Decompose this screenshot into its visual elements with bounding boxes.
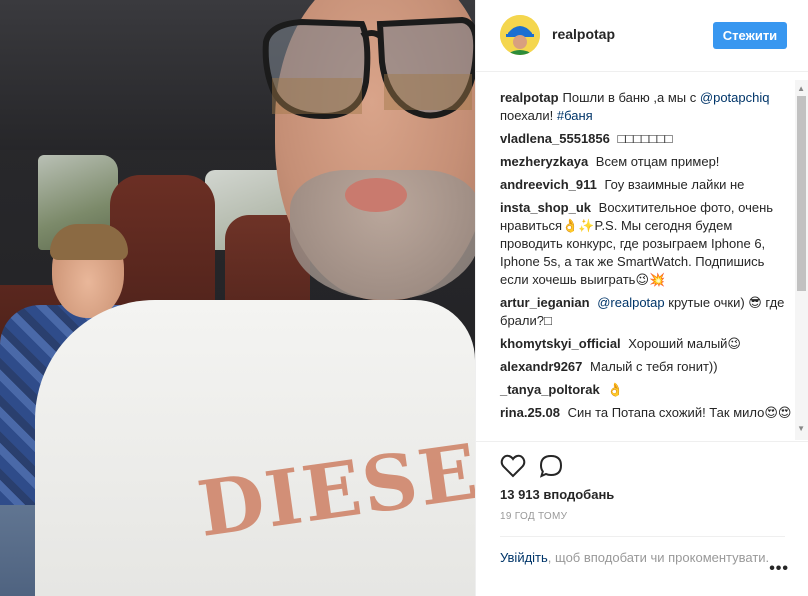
caption-text: Пошли в баню ,а мы с bbox=[562, 90, 697, 105]
comment-item: alexandr9267 Малый с тебя гонит)) bbox=[500, 358, 793, 376]
avatar-image bbox=[500, 15, 540, 55]
comment-mention[interactable]: @realpotap bbox=[597, 295, 664, 310]
comment-item: rina.25.08 Син та Потапа схожий! Так мил… bbox=[500, 404, 793, 422]
post-actions: 13 913 вподобань 19 ГОД ТОМУ Увійдіть, щ… bbox=[476, 441, 808, 596]
comment-text: Син та Потапа схожий! Так мило😍😍 bbox=[567, 405, 792, 420]
post-panel: realpotap Стежити realpotap Пошли в баню … bbox=[475, 0, 808, 596]
scroll-up-arrow-icon[interactable]: ▲ bbox=[797, 84, 805, 93]
comment-item: insta_shop_uk Восхитительное фото, очень… bbox=[500, 199, 793, 289]
comment-username[interactable]: andreevich_911 bbox=[500, 177, 597, 192]
caption-hashtag[interactable]: #баня bbox=[557, 108, 593, 123]
comment-username[interactable]: artur_ieganian bbox=[500, 295, 590, 310]
header-username[interactable]: realpotap bbox=[552, 26, 615, 42]
comment-text: 👌 bbox=[607, 382, 624, 397]
post-timestamp[interactable]: 19 ГОД ТОМУ bbox=[500, 511, 567, 522]
login-prompt-text: , щоб вподобати чи прокоментувати. bbox=[547, 550, 770, 565]
comment-text: Малый с тебя гонит)) bbox=[590, 359, 718, 374]
comment-username[interactable]: insta_shop_uk bbox=[500, 200, 591, 215]
post-header: realpotap Стежити bbox=[476, 0, 808, 72]
comment-username[interactable]: _tanya_poltorak bbox=[500, 382, 600, 397]
more-dots-icon[interactable]: ••• bbox=[769, 560, 789, 578]
post-photo[interactable]: DIESEL bbox=[0, 0, 475, 596]
caption: realpotap Пошли в баню ,а мы с @potapchiq… bbox=[500, 89, 793, 125]
sunglasses bbox=[262, 16, 475, 120]
man-lips bbox=[345, 178, 407, 212]
follow-button[interactable]: Стежити bbox=[713, 22, 787, 49]
scrollbar-thumb[interactable] bbox=[797, 96, 806, 291]
comment-username[interactable]: alexandr9267 bbox=[500, 359, 582, 374]
avatar[interactable] bbox=[500, 15, 540, 55]
comment-text: Всем отцам пример! bbox=[595, 154, 720, 169]
comment-username[interactable]: khomytskyi_official bbox=[500, 336, 621, 351]
likes-count[interactable]: 13 913 вподобань bbox=[500, 487, 614, 502]
comment-text: □□□□□□□ bbox=[617, 131, 673, 146]
boy-hair bbox=[50, 224, 128, 260]
comment-username[interactable]: rina.25.08 bbox=[500, 405, 560, 420]
login-link[interactable]: Увійдіть bbox=[500, 550, 548, 565]
comment-item: vladlena_5551856 □□□□□□□ bbox=[500, 130, 793, 148]
comment-username[interactable]: vladlena_5551856 bbox=[500, 131, 610, 146]
scroll-down-arrow-icon[interactable]: ▼ bbox=[797, 424, 805, 433]
comment-username[interactable]: mezheryzkaya bbox=[500, 154, 588, 169]
comment-text: Гоу взаимные лайки не bbox=[604, 177, 745, 192]
caption-username[interactable]: realpotap bbox=[500, 90, 559, 105]
caption-text-2: поехали! bbox=[500, 108, 554, 123]
comment-item: khomytskyi_official Хороший малый😉 bbox=[500, 335, 793, 353]
speech-bubble-icon[interactable] bbox=[539, 454, 563, 478]
comment-item: mezheryzkaya Всем отцам пример! bbox=[500, 153, 793, 171]
comment-item: artur_ieganian @realpotap крутые очки) 😎… bbox=[500, 294, 793, 330]
comment-text: Хороший малый😉 bbox=[628, 336, 741, 351]
comments-list[interactable]: realpotap Пошли в баню ,а мы с @potapchiq… bbox=[476, 73, 808, 441]
comment-item: _tanya_poltorak 👌 bbox=[500, 381, 793, 399]
caption-mention[interactable]: @potapchiq bbox=[700, 90, 770, 105]
heart-outline-icon[interactable] bbox=[500, 454, 526, 478]
login-prompt: Увійдіть, щоб вподобати чи прокоментуват… bbox=[500, 536, 785, 567]
comment-item: andreevich_911 Гоу взаимные лайки не bbox=[500, 176, 793, 194]
